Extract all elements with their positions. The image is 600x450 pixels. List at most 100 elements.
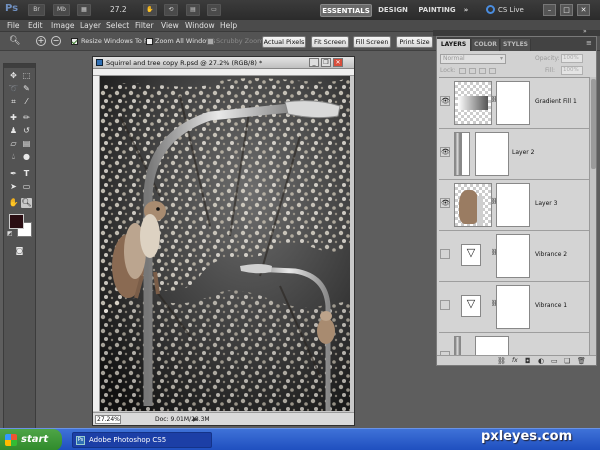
path-selection-icon[interactable]: ➤: [8, 182, 19, 192]
menu-file[interactable]: File: [7, 20, 20, 32]
lock-transparency-icon[interactable]: [459, 68, 466, 74]
actual-pixels-button[interactable]: Actual Pixels: [262, 36, 306, 48]
status-menu-arrow-icon[interactable]: ▶: [193, 416, 198, 423]
lock-pixels-icon[interactable]: [469, 68, 476, 74]
layer-row[interactable]: 👁︎ ⛓︎ Layer 3: [439, 180, 589, 231]
rotate-view-icon[interactable]: ⟲: [164, 4, 178, 16]
fill-field[interactable]: 100%: [561, 66, 583, 75]
workspace-painting[interactable]: PAINTING: [416, 4, 458, 17]
menu-view[interactable]: View: [161, 20, 179, 32]
clone-stamp-icon[interactable]: ♟: [8, 126, 19, 136]
adjustment-layer-icon[interactable]: ◐: [538, 357, 544, 365]
lock-all-icon[interactable]: [489, 68, 496, 74]
quick-mask-icon[interactable]: ◙: [14, 246, 25, 256]
zoom-tool-icon[interactable]: 🔍︎: [21, 198, 32, 208]
fill-screen-button[interactable]: Fill Screen: [353, 36, 391, 48]
layer-row[interactable]: ▽ ⛓︎ Vibrance 1: [439, 282, 589, 333]
add-mask-icon[interactable]: ◘: [525, 357, 531, 365]
foreground-color-swatch[interactable]: [9, 214, 24, 229]
fit-screen-button[interactable]: Fit Screen: [311, 36, 349, 48]
visibility-eye-icon[interactable]: 👁︎: [440, 147, 450, 157]
tools-panel-grip[interactable]: [4, 64, 35, 68]
workspace-design[interactable]: DESIGN: [376, 4, 410, 17]
resize-windows-checkbox[interactable]: [71, 38, 78, 45]
layers-scrollbar[interactable]: [589, 77, 596, 357]
type-tool-icon[interactable]: T: [21, 169, 32, 179]
shape-tool-icon[interactable]: ▭: [21, 182, 32, 192]
menu-select[interactable]: Select: [106, 20, 129, 32]
document-title-bar[interactable]: Squirrel and tree copy R.psd @ 27.2% (RG…: [93, 57, 354, 69]
blend-mode-select[interactable]: Normal ▾: [440, 54, 506, 64]
zoom-all-windows-checkbox[interactable]: [146, 38, 153, 45]
spot-healing-icon[interactable]: ✚: [8, 113, 19, 123]
menu-filter[interactable]: Filter: [135, 20, 154, 32]
default-colors-icon[interactable]: ◩: [7, 230, 13, 237]
zoom-level-field[interactable]: 27.24%: [95, 415, 121, 424]
link-layers-icon[interactable]: ⛓︎: [497, 357, 506, 365]
bridge-icon[interactable]: Br: [28, 4, 45, 16]
taskbar-photoshop-item[interactable]: Ps Adobe Photoshop CS5: [72, 432, 212, 448]
scrollbar-thumb[interactable]: [591, 79, 596, 169]
eyedropper-icon[interactable]: ⁄: [21, 97, 32, 107]
visibility-eye-icon[interactable]: 👁︎: [440, 198, 450, 208]
lasso-tool-icon[interactable]: ➰: [8, 84, 19, 94]
panel-menu-icon[interactable]: ≡: [586, 39, 592, 47]
collapse-panels-icon[interactable]: »: [583, 28, 587, 35]
history-brush-icon[interactable]: ↺: [21, 126, 32, 136]
image-canvas[interactable]: [100, 76, 350, 411]
screen-mode-icon[interactable]: ▭: [207, 4, 221, 16]
start-button[interactable]: start: [0, 429, 62, 450]
tab-layers[interactable]: LAYERS: [437, 39, 471, 51]
zoom-out-icon[interactable]: −: [51, 36, 61, 46]
eraser-tool-icon[interactable]: ▱: [8, 139, 19, 149]
layer-row[interactable]: 👁︎ Layer 2: [439, 129, 589, 180]
zoom-in-icon[interactable]: +: [36, 36, 46, 46]
lock-position-icon[interactable]: [479, 68, 486, 74]
new-group-icon[interactable]: ▭: [551, 357, 558, 365]
quick-selection-icon[interactable]: ✎: [21, 84, 32, 94]
visibility-eye-icon[interactable]: 👁︎: [440, 96, 450, 106]
more-workspaces-icon[interactable]: »: [461, 4, 471, 17]
new-layer-icon[interactable]: ❏: [564, 357, 570, 365]
menu-image[interactable]: Image: [51, 20, 75, 32]
doc-minimize-icon[interactable]: _: [309, 58, 319, 67]
tab-color[interactable]: COLOR: [472, 39, 500, 51]
trash-icon[interactable]: 🗑︎: [577, 357, 586, 365]
blur-tool-icon[interactable]: 💧︎: [8, 152, 19, 162]
visibility-toggle-off[interactable]: [440, 300, 450, 310]
arrange-documents-icon[interactable]: ▤: [186, 4, 200, 16]
doc-close-icon[interactable]: ✕: [333, 58, 343, 67]
extras-icon[interactable]: ▦: [77, 4, 91, 16]
move-tool-icon[interactable]: ✥: [8, 71, 19, 81]
menu-edit[interactable]: Edit: [28, 20, 43, 32]
rectangular-marquee-icon[interactable]: ⬚: [21, 71, 32, 81]
hand-tool-icon[interactable]: ✋: [8, 198, 19, 208]
minimize-icon[interactable]: –: [543, 4, 556, 16]
menu-help[interactable]: Help: [220, 20, 237, 32]
tab-styles[interactable]: STYLES: [501, 39, 531, 51]
opacity-field[interactable]: 100%: [561, 54, 583, 63]
menu-window[interactable]: Window: [185, 20, 215, 32]
app-zoom-level[interactable]: 27.2: [110, 4, 127, 16]
minibridge-icon[interactable]: Mb: [53, 4, 70, 16]
doc-restore-icon[interactable]: ❐: [321, 58, 331, 67]
hand-tool-icon[interactable]: ✋: [143, 4, 157, 16]
close-icon[interactable]: ✕: [577, 4, 590, 16]
brush-tool-icon[interactable]: ✏: [21, 113, 32, 123]
pen-tool-icon[interactable]: ✒: [8, 169, 19, 179]
fx-icon[interactable]: fx: [512, 357, 518, 365]
horizontal-ruler[interactable]: [93, 69, 354, 76]
dodge-tool-icon[interactable]: ●: [21, 152, 32, 162]
menu-layer[interactable]: Layer: [80, 20, 101, 32]
layer-row[interactable]: [439, 333, 589, 357]
zoom-tool-preset-icon[interactable]: 🔍︎: [9, 36, 20, 46]
cs-live-icon[interactable]: [486, 5, 495, 14]
visibility-toggle-off[interactable]: [440, 249, 450, 259]
layer-row[interactable]: ▽ ⛓︎ Vibrance 2: [439, 231, 589, 282]
print-size-button[interactable]: Print Size: [396, 36, 433, 48]
crop-tool-icon[interactable]: ⌗: [8, 97, 19, 107]
vertical-ruler[interactable]: [93, 76, 100, 411]
gradient-tool-icon[interactable]: ▤: [21, 139, 32, 149]
cs-live-label[interactable]: CS Live: [498, 4, 524, 16]
maximize-icon[interactable]: □: [560, 4, 573, 16]
